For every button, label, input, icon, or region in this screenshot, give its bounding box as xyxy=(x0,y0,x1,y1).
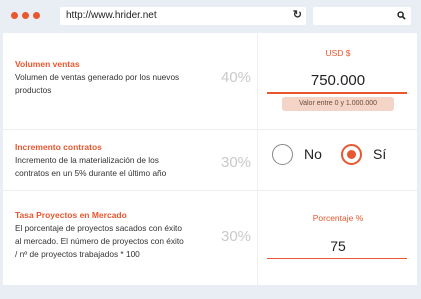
radio-si-label[interactable]: Sí xyxy=(373,146,386,162)
description-line: / nº de proyectos trabajados * 100 xyxy=(15,249,140,259)
address-bar[interactable]: http://www.hrider.net ↻ xyxy=(60,7,306,25)
kpi-description: El porcentaje de proyectos sacados con é… xyxy=(15,222,207,261)
sales-volume-input[interactable]: 750.000 xyxy=(259,72,417,89)
kpi-weight: 40% xyxy=(221,69,252,86)
browser-titlebar: http://www.hrider.net ↻ xyxy=(0,0,421,34)
kpi-weight: 30% xyxy=(221,228,252,245)
description-line: productos xyxy=(15,85,52,95)
project-rate-input[interactable]: 75 xyxy=(259,238,417,254)
kpi-row-tasa-proyectos: Tasa Proyectos en Mercado El porcentaje … xyxy=(3,191,417,285)
kpi-description: Volumen de ventas generado por los nuevo… xyxy=(15,71,207,97)
search-icon[interactable] xyxy=(397,11,406,20)
reload-icon[interactable]: ↻ xyxy=(293,8,302,21)
radio-no[interactable] xyxy=(272,144,293,165)
kpi-weight: 30% xyxy=(221,154,252,171)
unit-label: USD $ xyxy=(325,48,351,58)
window-minimize-dot[interactable] xyxy=(22,12,29,19)
input-underline xyxy=(267,92,407,94)
description-line: contratos en un 5% durante el último año xyxy=(15,168,167,178)
range-hint-badge: Valor entre 0 y 1.000.000 xyxy=(282,97,394,111)
input-underline xyxy=(267,258,407,259)
description-line: El porcentaje de proyectos sacados con é… xyxy=(15,223,182,233)
description-line: Volumen de ventas generado por los nuevo… xyxy=(15,72,180,82)
kpi-title: Tasa Proyectos en Mercado xyxy=(15,210,127,220)
kpi-row-volumen-ventas: Volumen ventas Volumen de ventas generad… xyxy=(3,33,417,130)
browser-window: http://www.hrider.net ↻ Volumen ventas V… xyxy=(0,0,421,299)
kpi-row-incremento-contratos: Incremento contratos Incremento de la ma… xyxy=(3,130,417,191)
kpi-title: Volumen ventas xyxy=(15,59,80,69)
window-maximize-dot[interactable] xyxy=(33,12,40,19)
unit-label: Porcentaje % xyxy=(312,213,364,223)
window-close-dot[interactable] xyxy=(11,12,18,19)
radio-si[interactable] xyxy=(341,144,362,165)
description-line: al mercado. El número de proyectos con é… xyxy=(15,236,184,246)
radio-no-label[interactable]: No xyxy=(304,146,322,162)
description-line: Incremento de la materialización de los xyxy=(15,155,159,165)
address-text: http://www.hrider.net xyxy=(66,10,157,21)
kpi-panel: Volumen ventas Volumen de ventas generad… xyxy=(3,33,417,285)
search-input[interactable] xyxy=(313,7,411,25)
kpi-description: Incremento de la materialización de los … xyxy=(15,154,207,180)
kpi-title: Incremento contratos xyxy=(15,142,102,152)
